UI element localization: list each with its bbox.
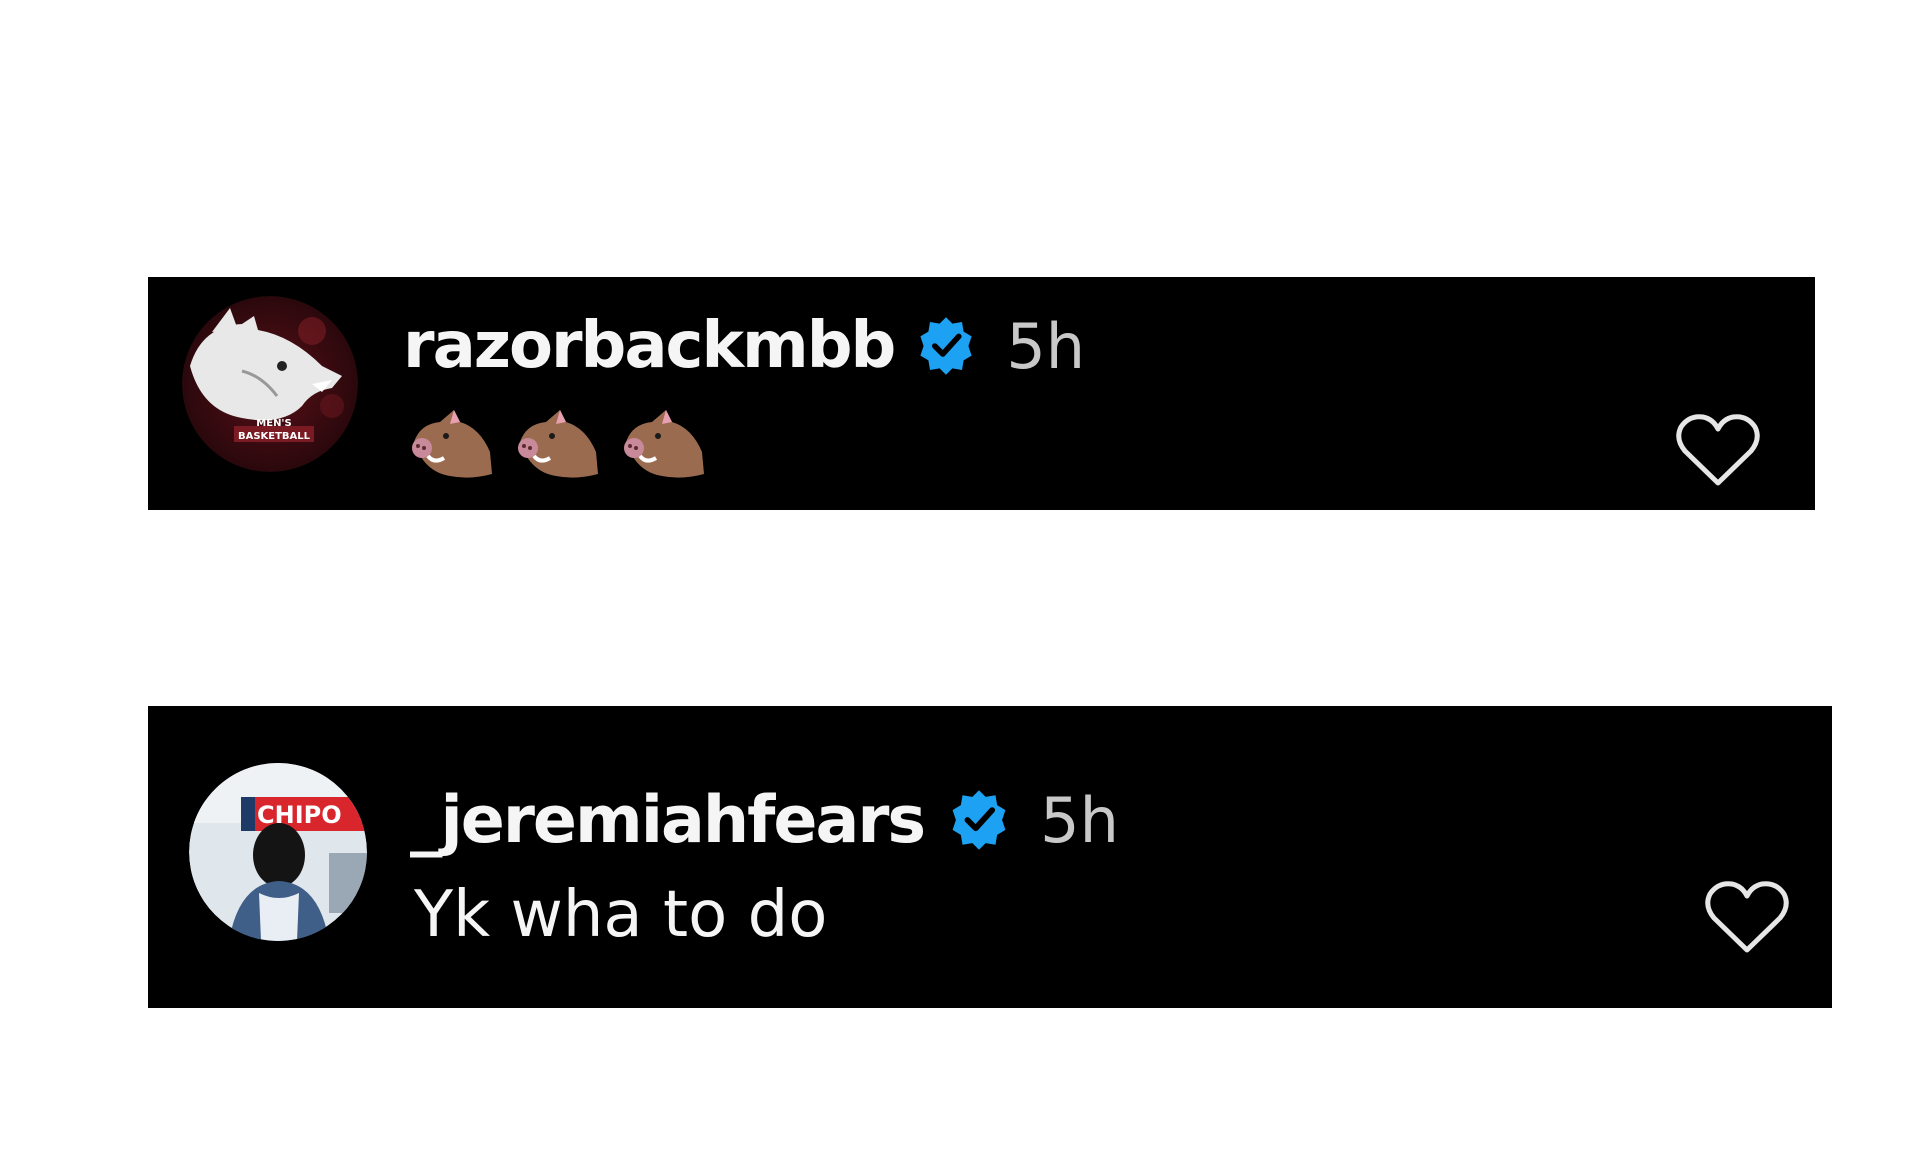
avatar-text-1: MEN'S — [256, 418, 291, 429]
comment-razorbackmbb: MEN'S BASKETBALL razorbackmbb 5h — [148, 277, 1815, 510]
avatar[interactable]: MEN'S BASKETBALL — [182, 296, 358, 472]
timestamp: 5h — [1006, 309, 1086, 383]
comment-body — [410, 402, 708, 482]
comment-header: _jeremiahfears 5h — [410, 780, 1119, 860]
username[interactable]: razorbackmbb — [403, 309, 896, 383]
verified-badge-icon — [946, 787, 1012, 853]
avatar-text-2: BASKETBALL — [238, 431, 311, 442]
like-heart-icon[interactable] — [1704, 878, 1790, 956]
username[interactable]: _jeremiahfears — [410, 783, 926, 858]
avatar-text: CHIPO — [257, 801, 342, 829]
razorback-logo-avatar: MEN'S BASKETBALL — [182, 296, 358, 472]
boar-emoji-icon — [410, 402, 496, 482]
avatar[interactable]: CHIPO — [189, 763, 367, 941]
boar-emoji-icon — [622, 402, 708, 482]
boar-emoji-icon — [516, 402, 602, 482]
comment-header: razorbackmbb 5h — [403, 309, 1086, 383]
timestamp: 5h — [1040, 783, 1119, 857]
comment-text: Yk wha to do — [414, 878, 828, 952]
verified-badge-icon — [914, 314, 978, 378]
profile-photo-avatar: CHIPO — [189, 763, 367, 941]
comment-jeremiahfears: CHIPO _jeremiahfears 5h Yk wha to do — [148, 706, 1832, 1008]
like-heart-icon[interactable] — [1675, 411, 1761, 489]
